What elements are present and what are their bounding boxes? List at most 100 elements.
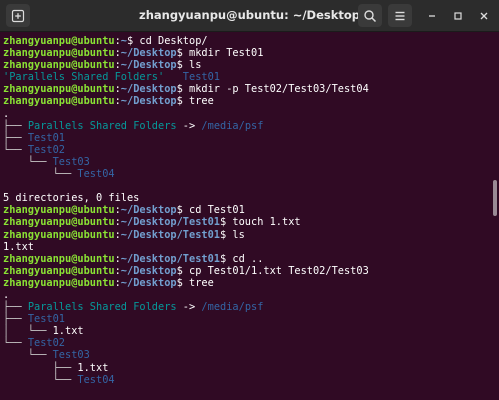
- prompt-line: zhangyuanpu@ubuntu:~/Desktop/Test01$ tou…: [3, 216, 492, 228]
- tree-directory: Test02: [27, 337, 66, 350]
- tree-symlink: Parallels Shared Folders: [27, 119, 177, 132]
- ls-entry-directory: Test01: [182, 71, 220, 84]
- terminal-output[interactable]: zhangyuanpu@ubuntu:~$ cd Desktop/zhangyu…: [0, 32, 492, 400]
- minimize-button[interactable]: [423, 7, 441, 25]
- prompt-symbol: $: [176, 95, 189, 108]
- command-text: ls: [232, 228, 245, 241]
- prompt-line: zhangyuanpu@ubuntu:~/Desktop$ cd Test01: [3, 204, 492, 216]
- tree-link-target: /media/psf: [201, 119, 264, 132]
- command-text: cd ..: [232, 252, 264, 265]
- tree-branch: ├──: [3, 119, 28, 132]
- tree-line: ├── Parallels Shared Folders -> /media/p…: [3, 120, 492, 132]
- command-text: ls: [189, 59, 202, 72]
- tree-line: ├── 1.txt: [3, 362, 492, 374]
- search-icon: [364, 9, 377, 22]
- tree-directory: Test03: [52, 349, 90, 362]
- prompt-symbol: $: [127, 35, 140, 47]
- prompt-line: zhangyuanpu@ubuntu:~/Desktop/Test01$ ls: [3, 229, 492, 241]
- prompt-path: ~/Desktop: [120, 83, 177, 96]
- tree-directory: Test04: [77, 373, 115, 386]
- hamburger-menu-icon: [395, 11, 405, 20]
- tree-line: └── Test03: [3, 349, 492, 361]
- prompt-line: zhangyuanpu@ubuntu:~/Desktop$ mkdir Test…: [3, 47, 492, 59]
- prompt-user-host: zhangyuanpu@ubuntu: [3, 228, 115, 241]
- tree-branch: ├──: [3, 131, 28, 144]
- close-button[interactable]: [475, 7, 493, 25]
- prompt-symbol: $: [176, 204, 189, 217]
- menu-button[interactable]: [388, 4, 412, 27]
- prompt-symbol: $: [176, 47, 189, 60]
- tree-line: └── Test03: [3, 156, 492, 168]
- prompt-line: zhangyuanpu@ubuntu:~/Desktop$ mkdir -p T…: [3, 83, 492, 95]
- ls-spacer: [164, 71, 183, 83]
- tree-line: ├── Parallels Shared Folders -> /media/p…: [3, 301, 492, 313]
- tree-file: .: [3, 107, 10, 120]
- prompt-path: ~/Desktop: [120, 264, 177, 277]
- tree-branch: │ └──: [3, 325, 53, 338]
- tree-branch: └──: [3, 155, 53, 168]
- command-text: tree: [189, 95, 214, 108]
- prompt-symbol: $: [176, 264, 189, 277]
- tree-line: └── Test02: [3, 144, 492, 156]
- tree-branch: └──: [3, 143, 28, 156]
- prompt-user-host: zhangyuanpu@ubuntu: [3, 276, 115, 289]
- prompt-user-host: zhangyuanpu@ubuntu: [3, 216, 115, 229]
- command-text: mkdir Test01: [189, 47, 264, 60]
- tree-arrow: ->: [176, 119, 202, 132]
- prompt-user-host: zhangyuanpu@ubuntu: [3, 47, 115, 60]
- prompt-symbol: $: [176, 59, 189, 72]
- prompt-symbol: $: [176, 276, 189, 289]
- prompt-symbol: $: [220, 228, 233, 241]
- tree-branch: ├──: [3, 361, 78, 374]
- tree-arrow: ->: [176, 301, 202, 314]
- title-bar[interactable]: zhangyuanpu@ubuntu: ~/Desktop: [0, 0, 499, 32]
- command-text: cp Test01/1.txt Test02/Test03: [189, 264, 369, 277]
- prompt-user-host: zhangyuanpu@ubuntu: [3, 252, 115, 265]
- prompt-symbol: $: [220, 252, 233, 265]
- prompt-path: ~/Desktop: [120, 59, 177, 72]
- prompt-line: zhangyuanpu@ubuntu:~/Desktop$ ls: [3, 59, 492, 71]
- tree-branch: └──: [3, 349, 53, 362]
- tree-line: └── Test02: [3, 337, 492, 349]
- close-icon: [480, 12, 488, 20]
- command-text: cd Test01: [189, 204, 245, 217]
- maximize-icon: [454, 12, 462, 20]
- tree-symlink: Parallels Shared Folders: [27, 301, 177, 314]
- prompt-line: zhangyuanpu@ubuntu:~/Desktop$ tree: [3, 277, 492, 289]
- tree-line: └── Test04: [3, 374, 492, 386]
- prompt-user-host: zhangyuanpu@ubuntu: [3, 95, 115, 108]
- prompt-user-host: zhangyuanpu@ubuntu: [3, 83, 115, 96]
- tree-directory: Test04: [77, 168, 115, 181]
- tree-directory: Test01: [27, 131, 66, 144]
- prompt-path: ~/Desktop/Test01: [120, 252, 220, 265]
- scrollbar-thumb[interactable]: [493, 180, 497, 216]
- command-text: mkdir -p Test02/Test03/Test04: [189, 83, 369, 96]
- prompt-symbol: $: [220, 216, 233, 229]
- terminal-window: zhangyuanpu@ubuntu: ~/Desktop zhangyuanp…: [0, 0, 499, 400]
- command-text: touch 1.txt: [232, 216, 301, 229]
- tree-line: .: [3, 108, 492, 120]
- ls-output: 'Parallels Shared Folders' Test01: [3, 71, 492, 83]
- tree-branch: ├──: [3, 313, 28, 326]
- output-text: 5 directories, 0 files: [3, 192, 492, 204]
- prompt-path: ~/Desktop: [120, 276, 177, 289]
- tree-file: 1.txt: [52, 325, 84, 338]
- prompt-symbol: $: [176, 83, 189, 96]
- tree-link-target: /media/psf: [201, 301, 264, 314]
- maximize-button[interactable]: [449, 7, 467, 25]
- prompt-path: ~/Desktop/Test01: [120, 216, 220, 229]
- command-text: tree: [189, 276, 214, 289]
- prompt-line: zhangyuanpu@ubuntu:~/Desktop$ tree: [3, 95, 492, 107]
- prompt-user-host: zhangyuanpu@ubuntu: [3, 204, 115, 217]
- tree-directory: Test03: [52, 155, 90, 168]
- tree-file: 1.txt: [77, 361, 109, 374]
- minimize-icon: [429, 15, 435, 17]
- scrollbar[interactable]: [492, 32, 499, 400]
- tree-branch: └──: [3, 168, 78, 181]
- prompt-line: zhangyuanpu@ubuntu:~$ cd Desktop/: [3, 35, 492, 47]
- prompt-user-host: zhangyuanpu@ubuntu: [3, 59, 115, 72]
- prompt-line: zhangyuanpu@ubuntu:~/Desktop/Test01$ cd …: [3, 253, 492, 265]
- search-button[interactable]: [358, 4, 382, 27]
- tree-branch: └──: [3, 337, 28, 350]
